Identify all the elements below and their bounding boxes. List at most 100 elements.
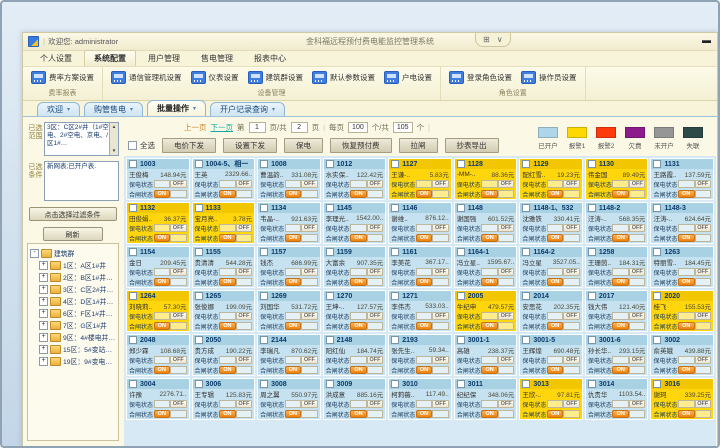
menu-item-3[interactable]: 售电管理 [192, 51, 242, 66]
baodian-toggle[interactable]: OFF [612, 400, 645, 408]
baodian-toggle[interactable]: OFF [219, 268, 252, 276]
meter-checkbox[interactable] [195, 204, 203, 212]
meter-checkbox[interactable] [457, 160, 465, 168]
expander-icon[interactable]: + [39, 345, 48, 354]
hezha-toggle[interactable]: ON [612, 278, 645, 286]
meter-checkbox[interactable] [588, 380, 596, 388]
hezha-on-button[interactable]: ON [285, 366, 302, 374]
expander-icon[interactable]: + [39, 261, 48, 270]
hezha-on-button[interactable]: ON [678, 278, 695, 286]
baodian-off-button[interactable]: OFF [432, 224, 449, 232]
baodian-toggle[interactable]: OFF [154, 312, 187, 320]
hezha-on-button[interactable]: ON [416, 234, 433, 242]
baodian-off-button[interactable]: OFF [301, 268, 318, 276]
baodian-toggle[interactable]: OFF [285, 400, 318, 408]
hezha-on-button[interactable]: ON [350, 278, 367, 286]
baodian-off-button[interactable]: OFF [301, 356, 318, 364]
hezha-toggle[interactable]: ON [154, 366, 187, 374]
hezha-on-button[interactable]: ON [285, 322, 302, 330]
baodian-off-button[interactable]: OFF [236, 312, 253, 320]
hezha-toggle[interactable]: ON [547, 366, 580, 374]
baodian-off-button[interactable]: OFF [563, 224, 580, 232]
hezha-toggle[interactable]: ON [350, 322, 383, 330]
baodian-off-button[interactable]: OFF [695, 312, 712, 320]
hezha-toggle[interactable]: ON [285, 366, 318, 374]
baodian-off-button[interactable]: OFF [695, 400, 712, 408]
tree-item-4[interactable]: +6区：F区1#井（F区1#… [39, 307, 117, 319]
hezha-toggle[interactable]: ON [416, 234, 449, 242]
baodian-toggle[interactable]: OFF [416, 400, 449, 408]
hezha-on-button[interactable]: ON [154, 322, 171, 330]
baodian-off-button[interactable]: OFF [629, 180, 646, 188]
hezha-on-button[interactable]: ON [678, 366, 695, 374]
ribbon-button[interactable]: 建筑群设置 [245, 70, 307, 85]
hezha-on-button[interactable]: ON [547, 322, 564, 330]
baodian-off-button[interactable]: OFF [170, 312, 187, 320]
baodian-off-button[interactable]: OFF [563, 312, 580, 320]
meter-checkbox[interactable] [653, 336, 661, 344]
hezha-on-button[interactable]: ON [350, 234, 367, 242]
hezha-on-button[interactable]: ON [416, 190, 433, 198]
meter-checkbox[interactable] [522, 248, 530, 256]
tree-item-5[interactable]: +7区：G区1#井 [39, 319, 117, 331]
baodian-toggle[interactable]: OFF [612, 356, 645, 364]
hezha-on-button[interactable]: ON [678, 190, 695, 198]
baodian-toggle[interactable]: OFF [416, 180, 449, 188]
baodian-toggle[interactable]: OFF [547, 312, 580, 320]
hezha-toggle[interactable]: ON [154, 322, 187, 330]
meter-checkbox[interactable] [522, 204, 530, 212]
meter-checkbox[interactable] [260, 292, 268, 300]
hezha-on-button[interactable]: ON [416, 278, 433, 286]
tree-item-3[interactable]: +4区：D区1#井（D区1… [39, 295, 117, 307]
baodian-toggle[interactable]: OFF [547, 356, 580, 364]
meter-checkbox[interactable] [129, 292, 137, 300]
hezha-toggle[interactable]: ON [547, 278, 580, 286]
action-button-3[interactable]: 恢复预付费 [330, 138, 392, 153]
baodian-off-button[interactable]: OFF [367, 312, 384, 320]
baodian-off-button[interactable]: OFF [301, 180, 318, 188]
baodian-toggle[interactable]: OFF [416, 312, 449, 320]
meter-checkbox[interactable] [457, 248, 465, 256]
meter-checkbox[interactable] [195, 160, 203, 168]
hezha-toggle[interactable]: ON [416, 322, 449, 330]
baodian-toggle[interactable]: OFF [154, 224, 187, 232]
baodian-toggle[interactable]: OFF [350, 180, 383, 188]
baodian-off-button[interactable]: OFF [170, 356, 187, 364]
baodian-off-button[interactable]: OFF [432, 400, 449, 408]
baodian-off-button[interactable]: OFF [432, 356, 449, 364]
scroll-up-icon[interactable]: ▲ [112, 124, 116, 130]
hezha-toggle[interactable]: ON [219, 410, 252, 418]
hezha-on-button[interactable]: ON [219, 322, 236, 330]
hezha-toggle[interactable]: ON [678, 278, 711, 286]
meter-checkbox[interactable] [653, 160, 661, 168]
hezha-on-button[interactable]: ON [547, 366, 564, 374]
baodian-toggle[interactable]: OFF [678, 268, 711, 276]
meter-checkbox[interactable] [653, 204, 661, 212]
hezha-toggle[interactable]: ON [547, 190, 580, 198]
ribbon-button[interactable]: 费率方案设置 [28, 70, 97, 85]
meter-checkbox[interactable] [326, 160, 334, 168]
hezha-on-button[interactable]: ON [612, 190, 629, 198]
baodian-toggle[interactable]: OFF [416, 268, 449, 276]
baodian-off-button[interactable]: OFF [301, 224, 318, 232]
meter-checkbox[interactable] [391, 248, 399, 256]
meter-checkbox[interactable] [588, 336, 596, 344]
baodian-off-button[interactable]: OFF [301, 400, 318, 408]
meter-checkbox[interactable] [195, 292, 203, 300]
hezha-toggle[interactable]: ON [678, 234, 711, 242]
baodian-off-button[interactable]: OFF [563, 268, 580, 276]
hezha-toggle[interactable]: ON [547, 234, 580, 242]
meter-checkbox[interactable] [457, 204, 465, 212]
selected-cond-listbox[interactable]: 新网表;已开户表. [44, 161, 119, 201]
hezha-on-button[interactable]: ON [154, 410, 171, 418]
baodian-off-button[interactable]: OFF [498, 312, 515, 320]
hezha-toggle[interactable]: ON [678, 190, 711, 198]
meter-checkbox[interactable] [522, 380, 530, 388]
hezha-on-button[interactable]: ON [154, 366, 171, 374]
meter-checkbox[interactable] [653, 248, 661, 256]
baodian-toggle[interactable]: OFF [678, 356, 711, 364]
baodian-toggle[interactable]: OFF [612, 268, 645, 276]
hezha-on-button[interactable]: ON [547, 190, 564, 198]
menu-item-0[interactable]: 个人设置 [31, 51, 81, 66]
ribbon-button[interactable]: 仪表设置 [188, 70, 242, 85]
